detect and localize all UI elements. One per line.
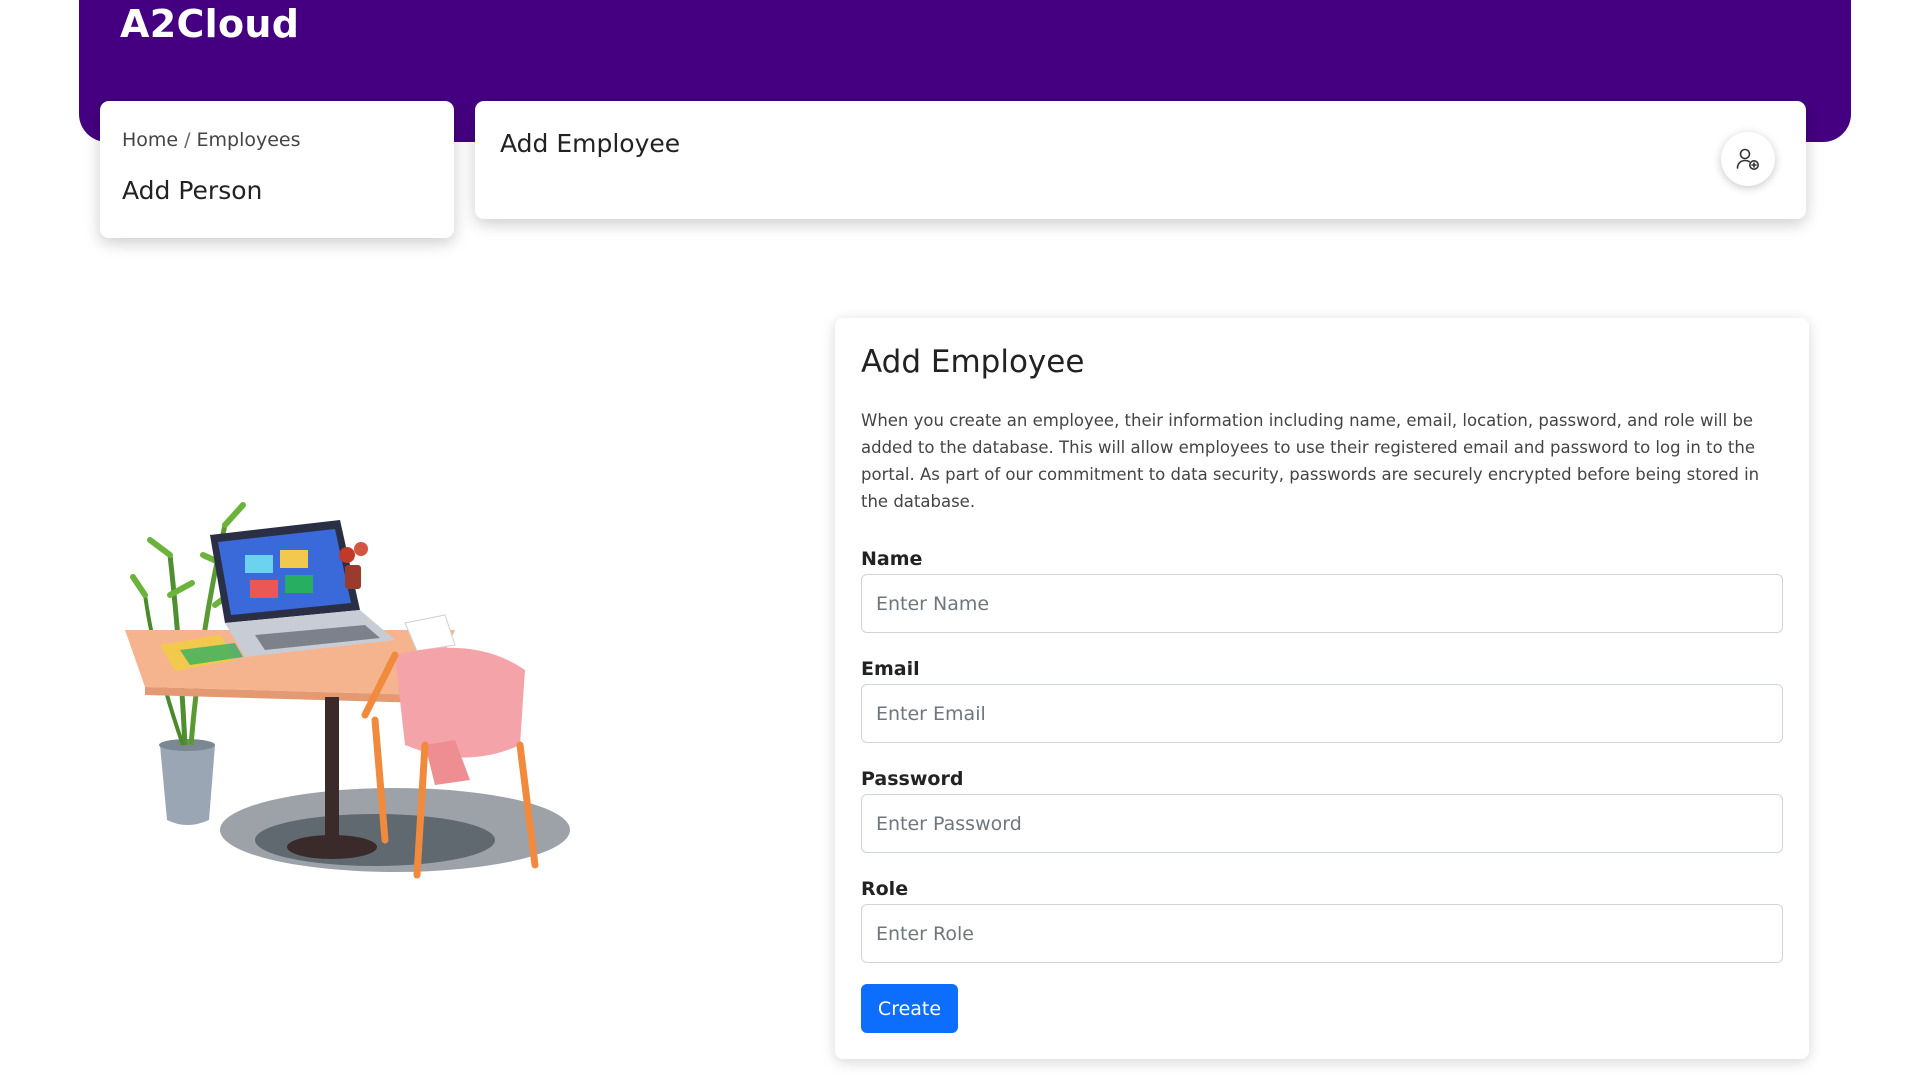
breadcrumb-separator: /: [184, 129, 191, 151]
create-button[interactable]: Create: [861, 984, 958, 1033]
section-title: Add Employee: [500, 129, 681, 158]
app-brand-logo[interactable]: A2Cloud: [120, 2, 299, 46]
breadcrumb-employees-link[interactable]: Employees: [197, 129, 301, 151]
form-title: Add Employee: [861, 344, 1085, 380]
desk-workspace-illustration: [125, 502, 570, 879]
add-user-button[interactable]: [1721, 132, 1775, 186]
breadcrumb: Home / Employees: [122, 129, 301, 151]
breadcrumb-home-link[interactable]: Home: [122, 129, 178, 151]
user-plus-icon: [1736, 148, 1759, 170]
email-input[interactable]: [861, 684, 1783, 743]
password-label: Password: [861, 768, 964, 790]
form-description: When you create an employee, their infor…: [861, 411, 1760, 511]
role-input[interactable]: [861, 904, 1783, 963]
role-label: Role: [861, 878, 909, 900]
breadcrumb-card: Home / Employees Add Person: [100, 101, 454, 238]
page-title: Add Person: [122, 176, 263, 205]
add-employee-form-card: Add Employee When you create an employee…: [835, 318, 1809, 1059]
password-input[interactable]: [861, 794, 1783, 853]
section-header-card: Add Employee: [475, 101, 1806, 219]
name-label: Name: [861, 548, 923, 570]
email-label: Email: [861, 658, 920, 680]
name-input[interactable]: [861, 574, 1783, 633]
